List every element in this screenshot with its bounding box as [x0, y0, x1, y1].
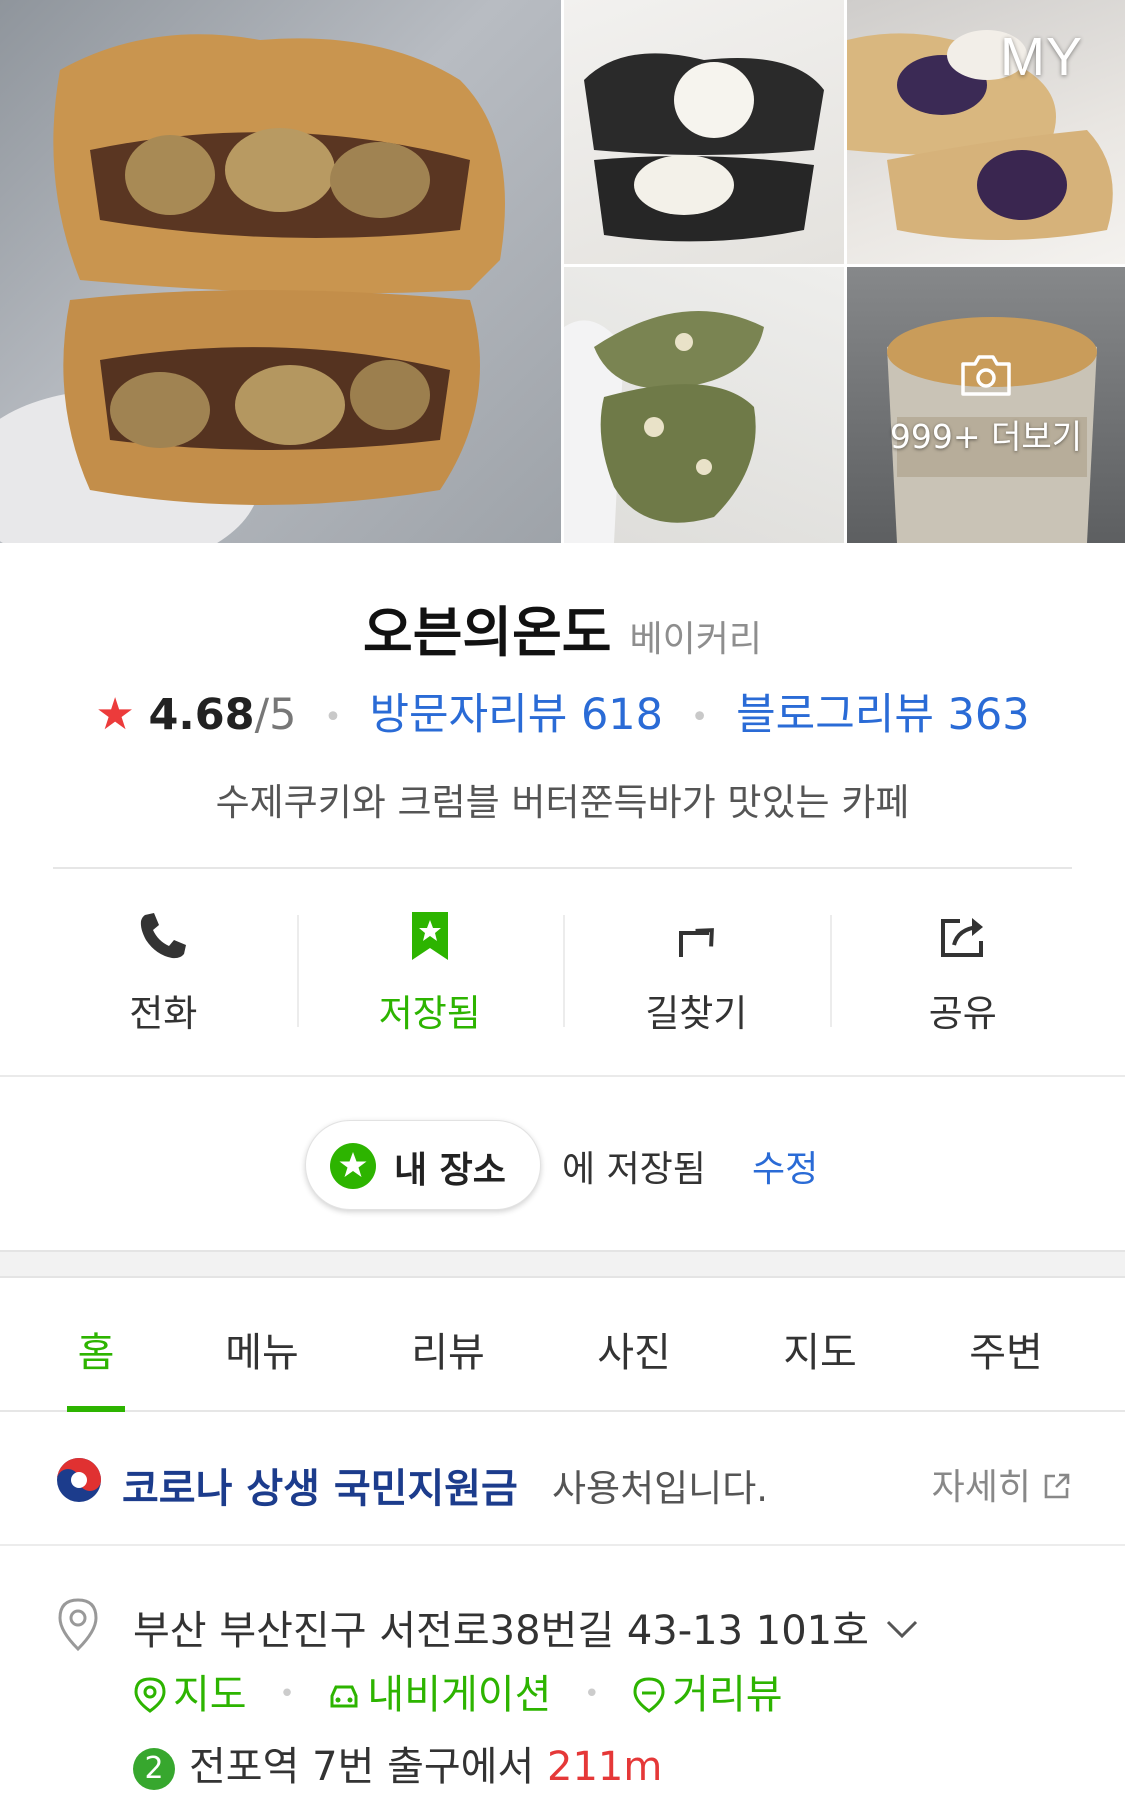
tab-nearby[interactable]: 주변: [969, 1320, 1043, 1378]
subway-line-badge: 2: [133, 1748, 175, 1790]
address-text: 부산 부산진구 서전로38번길 43-13 101호: [133, 1608, 869, 1654]
details-label: 자세히: [931, 1467, 1031, 1508]
tab-map[interactable]: 지도: [783, 1320, 857, 1378]
green-star-icon: [330, 1143, 376, 1189]
separator-dot: •: [279, 1679, 295, 1709]
chevron-down-icon: [886, 1620, 917, 1639]
call-label: 전화: [129, 992, 198, 1035]
place-description: 수제쿠키와 크럼블 버터쭌득바가 맛있는 카페: [215, 781, 910, 824]
blog-review-link[interactable]: 블로그리뷰 363: [736, 690, 1030, 740]
place-title-row: 오븐의온도 베이커리: [0, 588, 1125, 667]
saved-text: 에 저장됨: [562, 1149, 706, 1190]
save-label: 저장됨: [378, 992, 481, 1035]
address-links: 지도 • 내비게이션 • 거리뷰: [133, 1662, 783, 1720]
saved-folder-label: 내 장소: [394, 1150, 506, 1191]
action-bar: 전화 저장됨 길찾기 공유: [30, 905, 1096, 1035]
matcha-cookie-graphic: [564, 311, 764, 543]
station-distance: 211m: [547, 1744, 663, 1790]
photo-thumb-2[interactable]: MY: [847, 0, 1125, 264]
tab-bar: 홈 메뉴 리뷰 사진 지도 주변: [0, 1278, 1125, 1412]
taegeuk-logo-icon: [57, 1458, 101, 1502]
corona-subtitle: 사용처입니다.: [552, 1467, 769, 1510]
corona-title: 코로나 상생 국민지원금: [122, 1466, 518, 1512]
dark-cookie-graphic: [584, 53, 824, 242]
map-link-label: 지도: [173, 1672, 247, 1718]
photo-gallery: MY 999+ 더보기: [0, 0, 1125, 543]
separator-dot: •: [690, 700, 709, 735]
place-name: 오븐의온도: [363, 601, 612, 664]
cookie-photo-graphic: [0, 34, 505, 543]
photo-thumb-3[interactable]: [564, 267, 844, 543]
streetview-pin-icon: [633, 1677, 665, 1713]
rating-max: /5: [254, 690, 297, 740]
rating-score: 4.68: [148, 690, 255, 740]
more-photos-label: 999+ 더보기: [889, 417, 1083, 456]
more-photos-button[interactable]: 999+ 더보기: [847, 352, 1125, 458]
visitor-review-link[interactable]: 방문자리뷰 618: [369, 690, 663, 740]
share-button[interactable]: 공유: [829, 905, 1097, 1035]
share-label: 공유: [928, 992, 997, 1035]
phone-icon: [141, 913, 187, 959]
directions-label: 길찾기: [645, 992, 748, 1035]
map-link[interactable]: 지도: [133, 1672, 247, 1718]
my-button[interactable]: MY: [1000, 26, 1083, 88]
save-button[interactable]: 저장됨: [296, 905, 564, 1035]
divider: [0, 1075, 1125, 1077]
separator-dot: •: [584, 1679, 600, 1709]
address-row[interactable]: 부산 부산진구 서전로38번길 43-13 101호: [133, 1598, 919, 1656]
camera-icon: [961, 355, 1011, 396]
corona-support-banner[interactable]: 코로나 상생 국민지원금 사용처입니다. 자세히: [0, 1412, 1125, 1546]
photo-thumb-1[interactable]: [564, 0, 844, 264]
separator-dot: •: [324, 700, 342, 735]
station-text: 전포역 7번 출구에서: [189, 1744, 535, 1790]
tab-photo[interactable]: 사진: [597, 1320, 671, 1378]
divider: [53, 867, 1072, 869]
share-icon: [940, 918, 983, 957]
place-category: 베이커리: [629, 619, 762, 660]
star-icon: ★: [95, 689, 135, 740]
location-pin-icon: [58, 1598, 98, 1652]
blueberry-scone-graphic: [847, 30, 1113, 240]
car-icon: [330, 1685, 358, 1708]
saved-status-row: 내 장소 에 저장됨 수정: [0, 1120, 1125, 1210]
rating-row: ★ 4.68/5 • 방문자리뷰 618 • 블로그리뷰 363: [0, 680, 1125, 742]
saved-folder-pill[interactable]: 내 장소: [305, 1120, 541, 1210]
directions-button[interactable]: 길찾기: [563, 905, 830, 1035]
external-link-icon: [1044, 1473, 1070, 1499]
navigation-link-label: 내비게이션: [367, 1672, 552, 1718]
call-button[interactable]: 전화: [30, 905, 297, 1035]
streetview-link-label: 거리뷰: [672, 1672, 783, 1718]
corona-details-link[interactable]: 자세히: [932, 1458, 1073, 1510]
map-pin-icon: [134, 1677, 166, 1713]
tab-menu[interactable]: 메뉴: [225, 1320, 299, 1378]
edit-saved-link[interactable]: 수정: [752, 1140, 818, 1192]
tab-review[interactable]: 리뷰: [411, 1320, 485, 1378]
bookmark-star-icon: [411, 912, 448, 960]
section-gap: [0, 1250, 1125, 1278]
subway-info: 2 전포역 7번 출구에서 211m: [133, 1734, 662, 1792]
directions-icon: [679, 928, 715, 957]
navigation-link[interactable]: 내비게이션: [327, 1672, 551, 1718]
streetview-link[interactable]: 거리뷰: [632, 1672, 783, 1718]
tab-home[interactable]: 홈: [78, 1320, 115, 1378]
photo-main[interactable]: [0, 0, 561, 543]
